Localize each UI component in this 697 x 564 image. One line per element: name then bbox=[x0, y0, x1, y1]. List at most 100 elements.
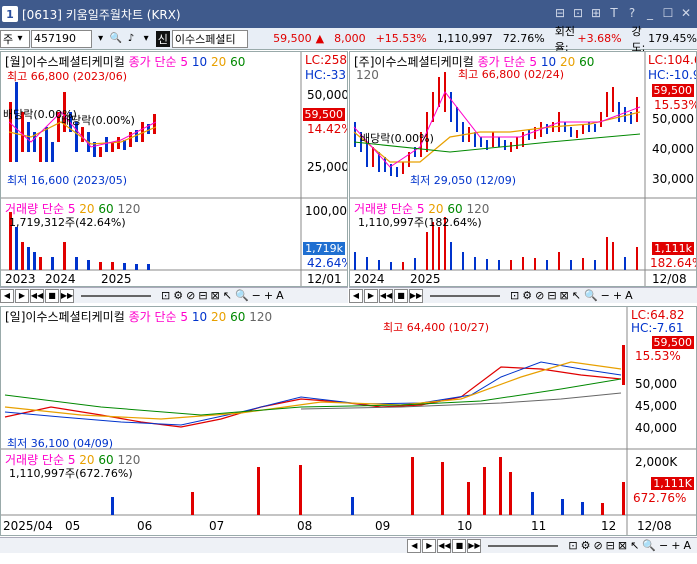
daily-x-4: 08 bbox=[297, 519, 313, 533]
zoom-icon[interactable]: 🔍 bbox=[642, 539, 656, 552]
daily-price-line bbox=[4, 366, 622, 428]
ma60-line bbox=[4, 378, 622, 416]
scroll-right-button[interactable]: ▶ bbox=[364, 288, 378, 303]
zoom-icon[interactable]: 🔍 bbox=[235, 289, 249, 302]
capture-icon[interactable]: ⊡ bbox=[568, 539, 577, 552]
monthly-chart-panel[interactable]: [월]이수스페셜티케미컬 종가 단순 5 10 20 60 LC:258.4 H… bbox=[0, 51, 348, 287]
stop-button[interactable]: ■ bbox=[45, 288, 59, 303]
weekly-vol-badge: 1,111k bbox=[652, 242, 694, 255]
layout-icon[interactable]: ⊟ bbox=[553, 5, 567, 21]
forward-button[interactable]: ▶▶ bbox=[409, 288, 423, 303]
layout-icon[interactable]: ⊟ bbox=[198, 289, 207, 302]
cursor-icon[interactable]: ↖ bbox=[223, 289, 232, 302]
capture-icon[interactable]: ⊡ bbox=[161, 289, 170, 302]
daily-chart-panel[interactable]: [일]이수스페셜티케미컬 종가 단순 5 10 20 60 120 LC:64.… bbox=[0, 306, 697, 536]
zoom-slider[interactable] bbox=[488, 544, 559, 547]
forward-button[interactable]: ▶▶ bbox=[60, 288, 74, 303]
zoom-out-button[interactable]: − bbox=[659, 539, 668, 552]
monthly-lc: LC:258.4 bbox=[305, 53, 348, 67]
monthly-vol-badge: 1,719k bbox=[303, 242, 345, 255]
market-select[interactable]: 주 ▾ bbox=[0, 29, 30, 48]
zoom-in-button[interactable]: + bbox=[613, 289, 622, 302]
weekly-vol-rate: 182.64% bbox=[650, 256, 696, 270]
grid-icon[interactable]: ⊠ bbox=[560, 289, 569, 302]
settings-icon[interactable]: ⚙ bbox=[522, 289, 532, 302]
text-icon[interactable]: T bbox=[607, 5, 621, 21]
grid-icon[interactable]: ⊠ bbox=[211, 289, 220, 302]
font-button[interactable]: A bbox=[276, 289, 284, 302]
weekly-tick-0: 50,000 bbox=[652, 112, 694, 126]
weekly-x-1: 2025 bbox=[410, 272, 441, 286]
last-candle bbox=[622, 345, 625, 385]
scroll-left-button[interactable]: ◀ bbox=[407, 538, 422, 553]
cursor-icon[interactable]: ↖ bbox=[572, 289, 581, 302]
zoom-out-button[interactable]: − bbox=[601, 289, 610, 302]
weekly-price-badge: 59,500 bbox=[651, 84, 694, 97]
monthly-high-note: 최고 66,800 (2023/06) bbox=[7, 70, 128, 83]
daily-high-note: 최고 64,400 (10/27) bbox=[383, 321, 490, 334]
cancel-icon[interactable]: ⊘ bbox=[535, 289, 544, 302]
forward-button[interactable]: ▶▶ bbox=[467, 538, 482, 553]
maximize-button[interactable]: ☐ bbox=[661, 5, 675, 21]
rewind-button[interactable]: ◀◀ bbox=[437, 538, 452, 553]
weekly-lc: LC:104.6 bbox=[648, 53, 697, 67]
dropdown-icon[interactable]: ▾ bbox=[93, 30, 108, 48]
cancel-icon[interactable]: ⊘ bbox=[186, 289, 195, 302]
zoom-in-button[interactable]: + bbox=[671, 539, 680, 552]
zoom-out-button[interactable]: − bbox=[252, 289, 261, 302]
scroll-right-button[interactable]: ▶ bbox=[15, 288, 29, 303]
monthly-vol-tick: 100,000 bbox=[305, 204, 347, 218]
settings-icon[interactable]: ⚙ bbox=[581, 539, 591, 552]
layout-icon[interactable]: ⊟ bbox=[547, 289, 556, 302]
strength-value: 179.45% bbox=[648, 32, 697, 45]
scroll-left-button[interactable]: ◀ bbox=[0, 288, 14, 303]
close-button[interactable]: ✕ bbox=[679, 5, 693, 21]
rewind-button[interactable]: ◀◀ bbox=[30, 288, 44, 303]
stop-button[interactable]: ■ bbox=[394, 288, 408, 303]
cancel-icon[interactable]: ⊘ bbox=[593, 539, 602, 552]
grid-icon[interactable]: ⊠ bbox=[618, 539, 627, 552]
weekly-chart-panel[interactable]: [주]이수스페셜티케미컬 종가 단순 5 10 20 60 120 LC:104… bbox=[349, 51, 697, 287]
font-button[interactable]: A bbox=[625, 289, 633, 302]
font-button[interactable]: A bbox=[683, 539, 691, 552]
weekly-ma120-label: 120 bbox=[356, 68, 379, 82]
zoom-icon[interactable]: 🔍 bbox=[584, 289, 598, 302]
monthly-x-2: 2025 bbox=[101, 272, 132, 286]
rewind-button[interactable]: ◀◀ bbox=[379, 288, 393, 303]
code-input[interactable]: 457190 bbox=[31, 29, 93, 48]
monthly-rate: 14.42% bbox=[307, 122, 347, 136]
weekly-date: 12/08 bbox=[652, 272, 687, 286]
monthly-chart-svg[interactable] bbox=[1, 52, 348, 287]
monthly-tick-0: 50,000 bbox=[307, 88, 348, 102]
search-icon[interactable]: 🔍 bbox=[108, 30, 123, 48]
daily-x-1: 05 bbox=[65, 519, 81, 533]
daily-x-6: 10 bbox=[457, 519, 473, 533]
cursor-icon[interactable]: ↖ bbox=[630, 539, 639, 552]
chevron-down-icon[interactable]: ▾ bbox=[139, 30, 154, 48]
weekly-chart-svg[interactable] bbox=[350, 52, 697, 287]
weekly-x-0: 2024 bbox=[354, 272, 385, 286]
scroll-left-button[interactable]: ◀ bbox=[349, 288, 363, 303]
settings-icon[interactable]: ⚙ bbox=[173, 289, 183, 302]
capture-icon[interactable]: ⊡ bbox=[510, 289, 519, 302]
stop-button[interactable]: ■ bbox=[452, 538, 467, 553]
daily-tick-0: 50,000 bbox=[635, 377, 677, 391]
minimize-button[interactable]: _ bbox=[643, 5, 657, 21]
weekly-rate: 15.53% bbox=[654, 98, 697, 112]
daily-x-8: 12 bbox=[601, 519, 617, 533]
quote-toolbar: 주 ▾ 457190 ▾ 🔍 ♪ ▾ 신 이수스페셜티 59,500 ▲ 8,00… bbox=[0, 25, 697, 54]
layout-icon[interactable]: ⊟ bbox=[606, 539, 615, 552]
speaker-icon[interactable]: ♪ bbox=[123, 30, 138, 48]
stock-name-field[interactable]: 이수스페셜티 bbox=[171, 29, 249, 48]
daily-chart-svg[interactable] bbox=[1, 307, 697, 536]
zoom-slider[interactable] bbox=[430, 294, 500, 297]
monthly-price-badge: 59,500 bbox=[302, 108, 345, 121]
restore-icon[interactable]: ⊡ bbox=[571, 5, 585, 21]
zoom-in-button[interactable]: + bbox=[264, 289, 273, 302]
grid-icon[interactable]: ⊞ bbox=[589, 5, 603, 21]
zoom-slider[interactable] bbox=[81, 294, 151, 297]
daily-chart-title: [일]이수스페셜티케미컬 종가 단순 5 10 20 60 120 bbox=[5, 310, 273, 324]
scroll-right-button[interactable]: ▶ bbox=[422, 538, 437, 553]
help-icon[interactable]: ? bbox=[625, 5, 639, 21]
weekly-tick-2: 30,000 bbox=[652, 172, 694, 186]
